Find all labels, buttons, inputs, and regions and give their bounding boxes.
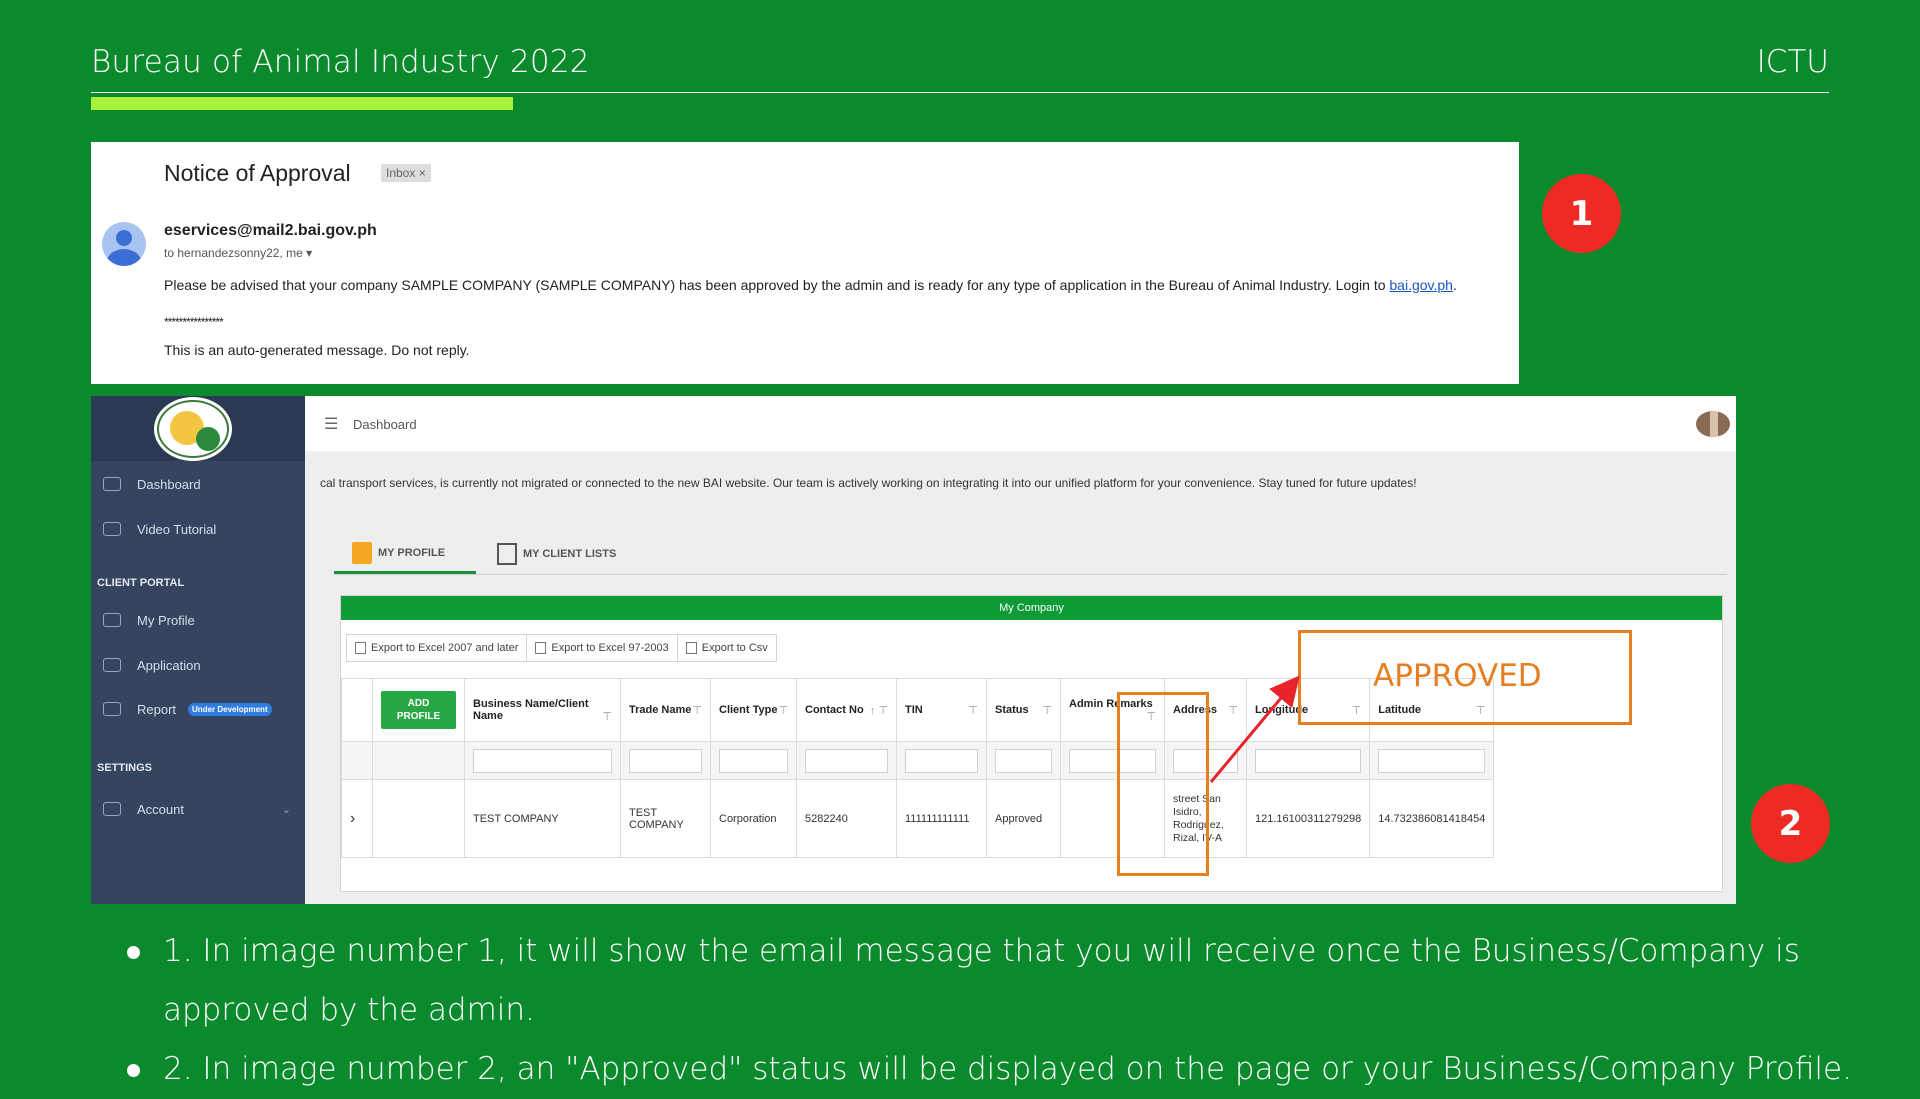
callout-arrow [1209,675,1300,783]
note-item: 2. In image number 2, an "Approved" stat… [127,1040,1907,1099]
number-badge-2: 2 [1751,784,1830,863]
notes-list: 1. In image number 1, it will show the e… [127,922,1907,1099]
note-item: 1. In image number 1, it will show the e… [127,922,1907,1040]
